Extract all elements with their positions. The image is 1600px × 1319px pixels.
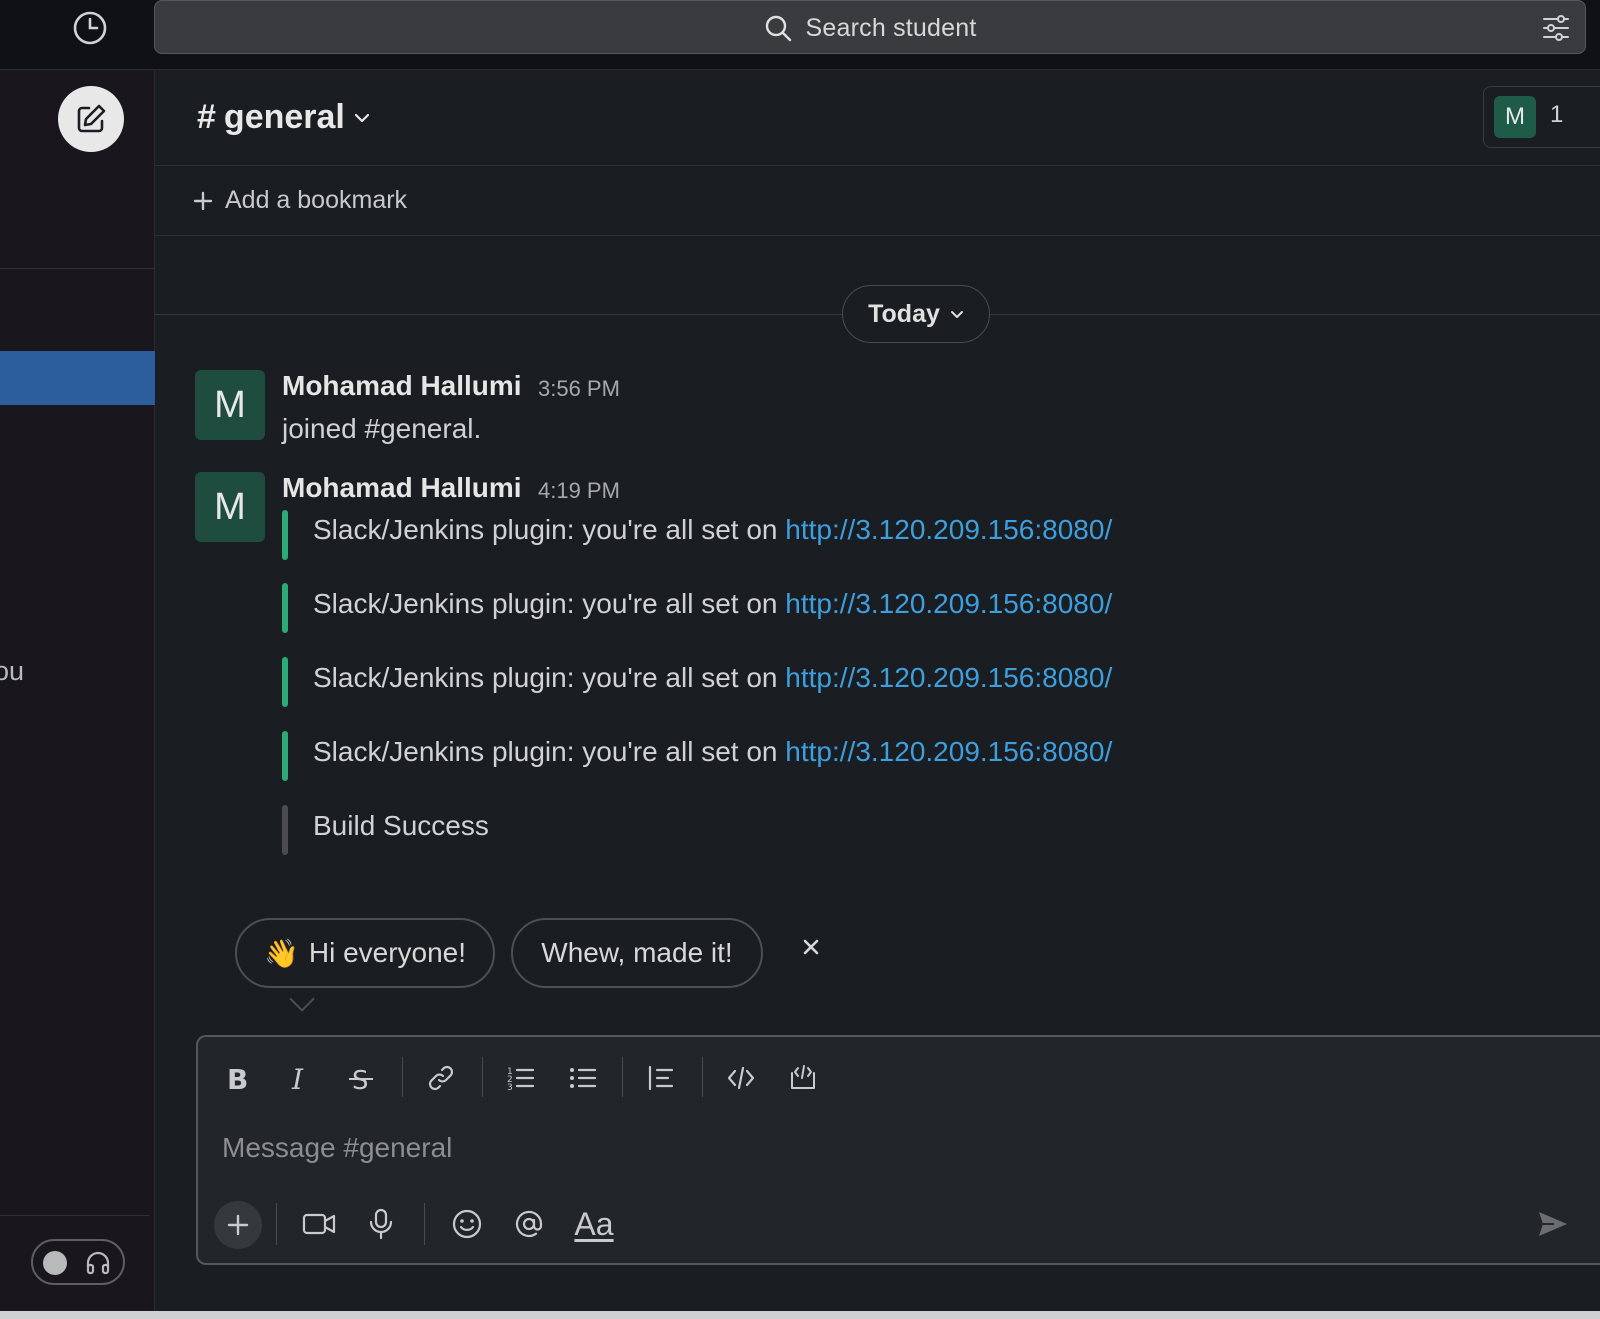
attachment-link[interactable]: http://3.120.209.156:8080/ [785, 588, 1112, 619]
compose-button[interactable] [58, 86, 124, 152]
message-author[interactable]: Mohamad Hallumi [282, 472, 522, 504]
bullet-list-icon[interactable] [566, 1061, 600, 1095]
emoji-icon[interactable] [448, 1205, 486, 1243]
message-timestamp[interactable]: 4:19 PM [538, 478, 620, 504]
user-avatar[interactable]: M [195, 472, 265, 542]
italic-icon[interactable]: I [282, 1061, 316, 1095]
message-timestamp[interactable]: 3:56 PM [538, 376, 620, 402]
message-composer: B I S 123 Message #general Aa [196, 1035, 1600, 1265]
sidebar-footer-divider [0, 1215, 150, 1216]
attachment-text: Build Success [313, 810, 489, 841]
chevron-down-icon [353, 109, 371, 127]
sidebar-item-selected[interactable] [0, 351, 155, 405]
suggestion-chip-hi-everyone[interactable]: 👋 Hi everyone! [235, 918, 495, 988]
attachment-link[interactable]: http://3.120.209.156:8080/ [785, 662, 1112, 693]
attach-plus-button[interactable] [214, 1201, 262, 1249]
suggestion-chip-whew[interactable]: Whew, made it! [511, 918, 763, 988]
plus-icon [226, 1213, 250, 1237]
attachment-bar [282, 583, 288, 633]
channel-header: # general M 1 [155, 70, 1600, 166]
sidebar-partial-label: ou [0, 656, 25, 686]
bold-icon[interactable]: B [220, 1061, 254, 1095]
sidebar-divider [0, 268, 155, 269]
svg-text:B: B [227, 1063, 248, 1093]
text-format-icon[interactable]: Aa [572, 1205, 616, 1243]
svg-text:I: I [291, 1063, 304, 1093]
close-icon[interactable] [798, 934, 824, 960]
suggestion-label: Whew, made it! [541, 937, 733, 968]
code-block-icon[interactable] [786, 1061, 820, 1095]
message-input[interactable]: Message #general [222, 1132, 452, 1164]
channel-name: general [223, 98, 345, 136]
headphones-icon [85, 1250, 111, 1276]
attachment-bar [282, 731, 288, 781]
day-divider-label: Today [868, 299, 940, 328]
attachment-text: Slack/Jenkins plugin: you're all set on … [313, 514, 1113, 545]
attachment-text: Slack/Jenkins plugin: you're all set on … [313, 736, 1113, 767]
top-bar: Search student [0, 0, 1600, 70]
attachment-link[interactable]: http://3.120.209.156:8080/ [785, 514, 1112, 545]
attachment-bar [282, 805, 288, 855]
suggestion-label: Hi everyone! [308, 937, 467, 968]
history-icon[interactable] [72, 10, 108, 46]
toolbar-separator [424, 1203, 425, 1245]
member-count: 1 [1550, 101, 1564, 128]
window-bottom-edge [0, 1311, 1600, 1319]
compose-icon [74, 102, 108, 136]
attachment-bar [282, 510, 288, 560]
toolbar-separator [402, 1057, 403, 1097]
bookmark-bar: Add a bookmark [155, 166, 1600, 236]
attachment-text: Slack/Jenkins plugin: you're all set on … [313, 662, 1113, 693]
search-icon [764, 14, 792, 42]
members-button[interactable]: M 1 [1483, 86, 1600, 148]
channel-hash: # [197, 98, 216, 136]
ordered-list-icon[interactable]: 123 [504, 1061, 538, 1095]
day-divider-button[interactable]: Today [842, 285, 990, 343]
sidebar: ou [0, 70, 155, 1319]
wave-emoji-icon: 👋 [263, 937, 299, 969]
link-icon[interactable] [424, 1061, 458, 1095]
toolbar-separator [622, 1057, 623, 1097]
toolbar-separator [702, 1057, 703, 1097]
code-icon[interactable] [724, 1061, 758, 1095]
huddle-toggle[interactable] [31, 1239, 125, 1285]
blockquote-icon[interactable] [644, 1061, 678, 1095]
attachment-link[interactable]: http://3.120.209.156:8080/ [785, 736, 1112, 767]
mention-icon[interactable] [510, 1205, 548, 1243]
attachment-bar [282, 657, 288, 707]
video-icon[interactable] [300, 1205, 338, 1243]
toolbar-separator [482, 1057, 483, 1097]
message-text: joined #general. [282, 413, 482, 444]
member-avatar: M [1494, 96, 1536, 138]
attachment-text: Slack/Jenkins plugin: you're all set on … [313, 588, 1113, 619]
microphone-icon[interactable] [362, 1205, 400, 1243]
toggle-knob [43, 1251, 67, 1275]
plus-icon [193, 191, 213, 211]
user-avatar[interactable]: M [195, 370, 265, 440]
send-icon[interactable] [1536, 1207, 1570, 1241]
toolbar-separator [276, 1203, 277, 1245]
chevron-down-icon [950, 307, 964, 321]
search-placeholder: Search student [805, 13, 977, 42]
strikethrough-icon[interactable]: S [344, 1061, 378, 1095]
add-bookmark-button[interactable]: Add a bookmark [193, 186, 407, 215]
search-bar[interactable]: Search student [154, 0, 1586, 54]
svg-text:3: 3 [507, 1083, 513, 1093]
search-filter-icon[interactable] [1541, 14, 1571, 42]
add-bookmark-label: Add a bookmark [225, 186, 408, 214]
message-author[interactable]: Mohamad Hallumi [282, 370, 522, 402]
channel-title-button[interactable]: # general [197, 98, 371, 137]
